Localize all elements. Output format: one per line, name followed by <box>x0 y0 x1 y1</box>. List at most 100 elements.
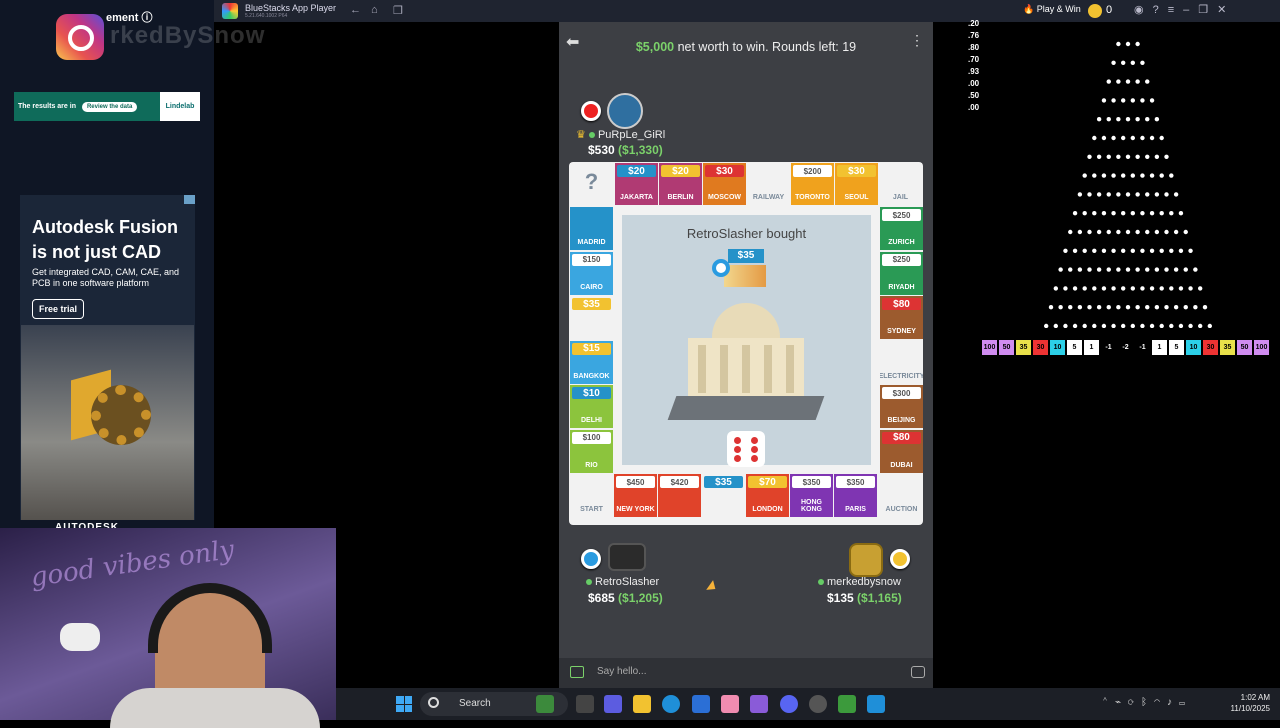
plinko-peg <box>1130 135 1136 141</box>
chevron-up-icon[interactable]: ⌃ <box>1102 697 1115 708</box>
home-icon[interactable]: ⌂ <box>371 4 378 16</box>
board-cell[interactable]: $300 BEIJING <box>880 385 923 428</box>
plinko-peg <box>1111 98 1116 103</box>
play-win-button[interactable]: 🔥 Play & Win <box>1023 4 1081 15</box>
ad-cta-button[interactable]: Free trial <box>32 299 85 319</box>
board-cell[interactable]: $250 ZURICH <box>880 207 923 250</box>
help-icon[interactable]: ? <box>1153 4 1168 16</box>
plinko-peg <box>1087 267 1092 272</box>
plinko-peg <box>1159 248 1164 253</box>
plinko-peg <box>1092 323 1097 328</box>
board-cell[interactable]: $15 BANGKOK <box>570 340 613 384</box>
sync-icon[interactable]: ⟳ <box>1128 697 1141 708</box>
plinko-peg <box>1178 323 1184 328</box>
board-cell[interactable]: $10 DELHI <box>570 385 613 428</box>
taskbar-clock[interactable]: 1:02 AM 11/10/2025 <box>1224 692 1270 714</box>
plinko-peg <box>1125 229 1131 235</box>
board-cell[interactable]: $350 HONG KONG <box>790 474 833 517</box>
board-cell[interactable]: START <box>570 474 613 517</box>
plinko-peg <box>1082 286 1087 291</box>
board-cell[interactable]: $350 PARIS <box>834 474 877 517</box>
network-icon[interactable]: ⌁ <box>1115 697 1128 708</box>
board-cell[interactable]: $200 TORONTO <box>791 163 834 205</box>
autodesk-ad[interactable]: Autodesk Fusion is not just CAD Get inte… <box>20 195 195 520</box>
close-icon[interactable]: ✕ <box>1217 4 1235 16</box>
board-cell[interactable]: ? <box>570 163 613 205</box>
window-controls[interactable]: ◉?≡–❐✕ <box>1134 3 1235 16</box>
board-cell[interactable]: $250 RIYADH <box>880 251 923 295</box>
edge-icon[interactable] <box>662 695 680 713</box>
bluestacks-taskbar-icon[interactable] <box>838 695 856 713</box>
obs-icon[interactable] <box>809 695 827 713</box>
player-networth: ($1,330) <box>618 143 663 157</box>
plinko-peg <box>1188 248 1193 253</box>
plinko-multiplier: .20 <box>968 19 980 28</box>
dice-button[interactable] <box>727 431 765 467</box>
board-cell[interactable]: RAILWAY <box>747 163 790 205</box>
plinko-peg <box>1068 229 1073 235</box>
board-cell[interactable]: MADRID <box>570 207 613 250</box>
player-token <box>581 101 601 121</box>
bluetooth-icon[interactable]: ᛒ <box>1141 697 1154 708</box>
player-token <box>581 549 601 569</box>
plinko-peg <box>1058 305 1063 310</box>
copilot-icon[interactable] <box>750 695 768 713</box>
system-tray[interactable]: ⌃⌁⟳ᛒ◠♪▭ <box>1102 697 1192 708</box>
board-cell[interactable]: $35 <box>570 296 613 339</box>
plinko-peg <box>1169 211 1174 216</box>
sticker-icon[interactable] <box>911 666 925 678</box>
discord-icon[interactable] <box>780 695 798 713</box>
board-cell[interactable]: $100 RIO <box>570 429 613 473</box>
board-cell[interactable]: ELECTRICITY <box>880 340 923 384</box>
board-cell[interactable]: $420 <box>658 474 701 517</box>
ad-banner[interactable]: The results are in Review the data Linde… <box>14 92 200 121</box>
battery-icon[interactable]: ▭ <box>1179 697 1192 708</box>
board-cell[interactable]: $30 SEOUL <box>835 163 878 205</box>
plinko-peg <box>1125 305 1131 310</box>
board-cell[interactable]: $80 DUBAI <box>880 429 923 473</box>
minimize-icon[interactable]: – <box>1183 4 1198 16</box>
menu-icon[interactable]: ≡ <box>1168 4 1183 16</box>
board-cell[interactable]: $20 BERLIN <box>659 163 702 205</box>
windows-start-icon[interactable] <box>396 696 412 712</box>
plinko-peg <box>1116 117 1121 122</box>
board-cell[interactable]: $20 JAKARTA <box>615 163 658 205</box>
cell-name: BERLIN <box>667 194 694 201</box>
board-cell[interactable]: $35 <box>702 474 745 517</box>
store-icon[interactable] <box>692 695 710 713</box>
plinko-peg <box>1111 135 1116 141</box>
banner-button[interactable]: Review the data <box>81 101 138 112</box>
plinko-peg <box>1043 323 1049 328</box>
board-cell[interactable]: $450 NEW YORK <box>614 474 657 517</box>
volume-icon[interactable]: ♪ <box>1167 697 1179 708</box>
avatar[interactable] <box>849 543 883 577</box>
wifi-icon[interactable]: ◠ <box>1154 697 1167 708</box>
board-cell[interactable]: $30 MOSCOW <box>703 163 746 205</box>
chat-input[interactable]: Say hello... <box>597 666 646 677</box>
webcam-feed: good vibes only <box>0 528 336 728</box>
board-cell[interactable]: $70 LONDON <box>746 474 789 517</box>
board-cell[interactable]: AUCTION <box>880 474 923 517</box>
app-icon[interactable] <box>721 695 739 713</box>
avatar[interactable] <box>608 543 646 571</box>
board-cell[interactable]: $150 CAIRO <box>570 251 613 295</box>
coin-icon <box>1088 4 1102 18</box>
avatar[interactable] <box>607 93 643 129</box>
player-name: ♛ PuRpLe_GiRl <box>576 129 666 141</box>
board-cell[interactable]: $80 SYDNEY <box>880 296 923 339</box>
ad-close-icon[interactable] <box>184 195 195 204</box>
widget-icon[interactable] <box>536 695 554 713</box>
plinko-peg <box>1111 286 1116 291</box>
bank-base <box>667 396 825 420</box>
restore-icon[interactable]: ❐ <box>1198 4 1217 16</box>
board-cell[interactable]: JAIL <box>879 163 922 205</box>
goal-text: net worth to win. Rounds left: 19 <box>674 40 857 54</box>
teams-icon[interactable] <box>604 695 622 713</box>
tabs-icon[interactable]: ❐ <box>393 4 403 17</box>
avatar-icon[interactable]: ◉ <box>1134 4 1153 16</box>
notepad-icon[interactable] <box>867 695 885 713</box>
plinko-peg <box>1145 229 1150 235</box>
back-icon[interactable]: ← <box>350 4 361 16</box>
task-view-icon[interactable] <box>576 695 594 713</box>
file-explorer-icon[interactable] <box>633 695 651 713</box>
